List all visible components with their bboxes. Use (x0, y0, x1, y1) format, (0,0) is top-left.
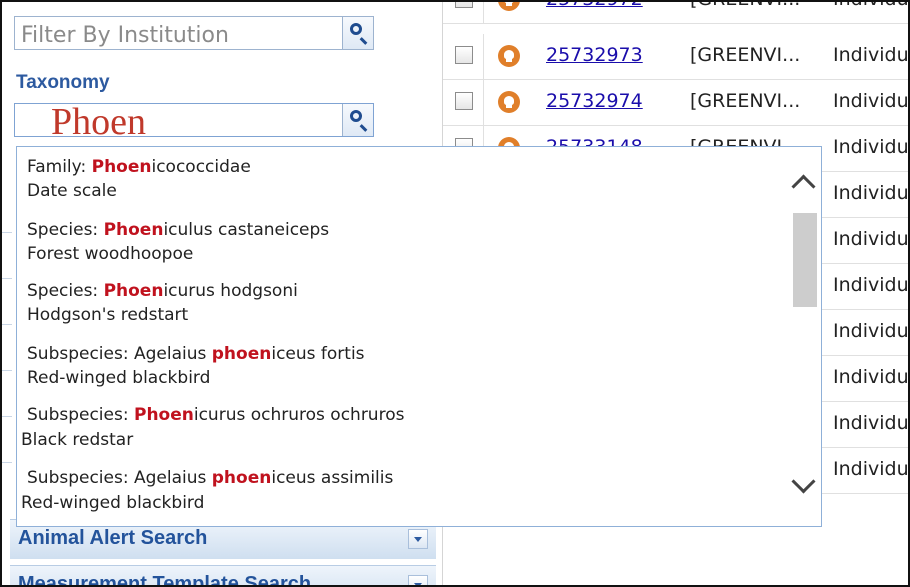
chevron-up-icon[interactable] (791, 174, 816, 199)
institution-search-button[interactable] (342, 17, 373, 49)
divider (483, 80, 484, 125)
divider (2, 278, 12, 279)
section-label: Measurement Template Search (18, 573, 312, 587)
type-cell: Individua (833, 412, 909, 434)
type-cell: Individua (833, 136, 909, 158)
animal-icon (498, 2, 520, 11)
institution-cell: [GREENVI... (690, 2, 800, 10)
row-checkbox[interactable] (455, 92, 473, 110)
option-common-name: Date scale (27, 181, 117, 201)
option-scientific-name: Subspecies: Phoenicurus ochruros ochruro… (27, 405, 405, 425)
option-scientific-name: Species: Phoeniculus castaneiceps (27, 220, 330, 240)
record-id-link[interactable]: 25732973 (546, 44, 643, 66)
type-cell: Individua (833, 90, 909, 112)
divider (483, 2, 484, 23)
taxonomy-input-value: Phoen (51, 101, 146, 143)
option-common-name: Red-winged blackbird (27, 368, 211, 388)
autocomplete-option[interactable]: Species: Phoeniculus castaneiceps Forest… (17, 218, 787, 278)
table-row[interactable]: 25732973 [GREENVI... Individua (443, 34, 909, 80)
taxonomy-autocomplete-dropdown: Family: Phoenicococcidae Date scale Spec… (16, 146, 822, 527)
option-scientific-name: Subspecies: Agelaius phoeniceus fortis (27, 344, 365, 364)
divider (2, 416, 12, 417)
chevron-down-icon[interactable] (408, 575, 428, 585)
row-checkbox[interactable] (455, 46, 473, 64)
chevron-down-icon[interactable] (791, 469, 816, 494)
taxonomy-label: Taxonomy (16, 72, 110, 93)
divider (2, 232, 12, 233)
type-cell: Individua (833, 182, 909, 204)
table-row[interactable]: 25732972 [GREENVI... Individua (443, 2, 908, 24)
type-cell: Individua (833, 274, 909, 296)
option-common-name: Hodgson's redstart (27, 305, 189, 325)
animal-icon (498, 91, 520, 113)
autocomplete-option[interactable]: Species: Phoenicurus hodgsoni Hodgson's … (17, 279, 787, 339)
institution-filter-placeholder: Filter By Institution (21, 23, 229, 48)
row-checkbox[interactable] (455, 2, 473, 8)
option-scientific-name: Subspecies: Agelaius phoeniceus assimili… (27, 468, 394, 488)
record-id-link[interactable]: 25732974 (546, 90, 643, 112)
divider (2, 462, 12, 463)
divider (483, 34, 484, 79)
autocomplete-option[interactable]: Subspecies: Agelaius phoeniceus assimili… (17, 466, 787, 526)
option-common-name: Red-winged blackbird (21, 493, 205, 513)
type-cell: Individua (833, 44, 909, 66)
taxonomy-search-button[interactable] (342, 104, 373, 136)
table-row[interactable]: 25732974 [GREENVI... Individua (443, 80, 909, 126)
type-cell: Individua (833, 458, 909, 480)
search-icon (350, 23, 362, 35)
option-common-name: Black redstar (21, 430, 134, 450)
option-scientific-name: Species: Phoenicurus hodgsoni (27, 281, 298, 301)
divider (2, 370, 12, 371)
section-label: Animal Alert Search (18, 527, 208, 549)
type-cell: Individua (833, 366, 909, 388)
autocomplete-option[interactable]: Subspecies: Agelaius phoeniceus fortis R… (17, 342, 787, 402)
taxonomy-input[interactable]: Phoen (14, 101, 374, 143)
app-window: Filter By Institution Taxonomy Phoen Ani… (0, 0, 910, 587)
dropdown-scrollbar[interactable] (789, 147, 821, 526)
option-scientific-name: Family: Phoenicococcidae (27, 157, 251, 177)
institution-cell: [GREENVI... (690, 44, 801, 66)
divider (2, 324, 12, 325)
animal-icon (498, 45, 520, 67)
chevron-down-icon[interactable] (408, 529, 428, 549)
institution-cell: [GREENVI... (690, 90, 801, 112)
option-common-name: Forest woodhoopoe (27, 244, 194, 264)
type-cell: Individua (833, 2, 908, 10)
autocomplete-option[interactable]: Family: Phoenicococcidae Date scale (17, 155, 787, 215)
type-cell: Individua (833, 228, 909, 250)
measurement-template-search-section[interactable]: Measurement Template Search (10, 565, 436, 587)
type-cell: Individua (833, 320, 909, 342)
record-id-link[interactable]: 25732972 (546, 2, 643, 10)
scrollbar-thumb[interactable] (793, 213, 817, 307)
autocomplete-option[interactable]: Subspecies: Phoenicurus ochruros ochruro… (17, 403, 787, 463)
institution-filter-field[interactable]: Filter By Institution (14, 16, 374, 50)
search-icon (350, 110, 362, 122)
